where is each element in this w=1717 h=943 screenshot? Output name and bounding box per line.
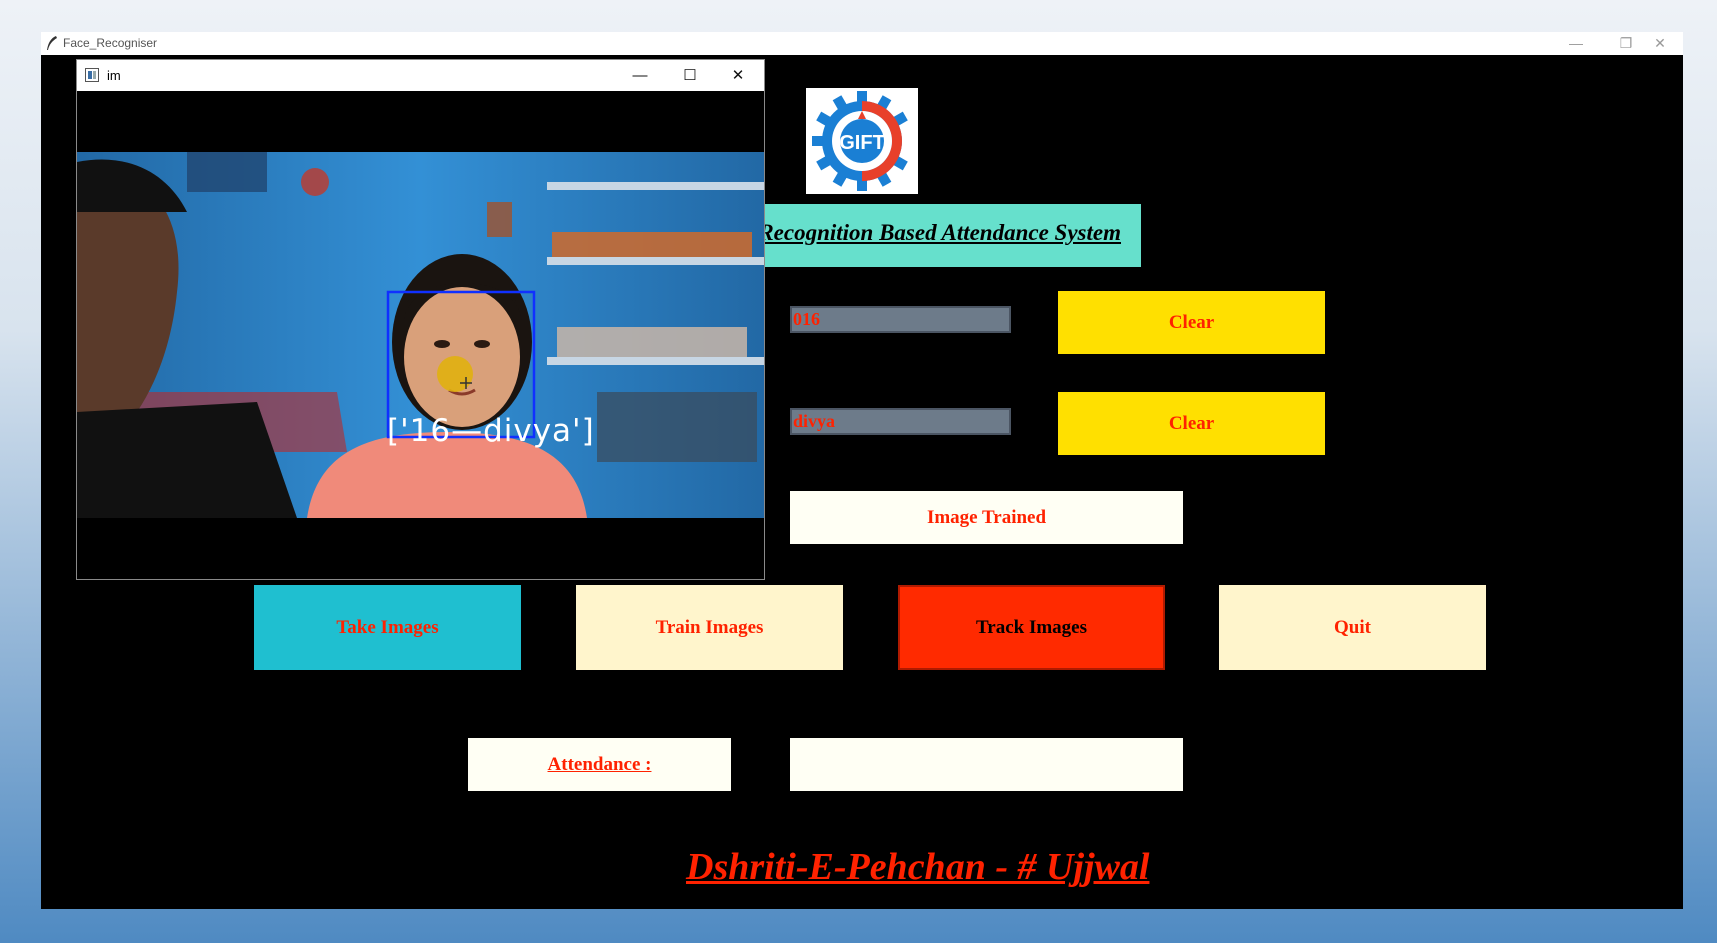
svg-text:GIFT: GIFT — [839, 132, 885, 154]
app-title: Face Recognition Based Attendance System — [728, 220, 1121, 245]
take-images-button[interactable]: Take Images — [254, 585, 521, 670]
main-titlebar[interactable]: Face_Recogniser — ❐ ✕ — [41, 32, 1683, 55]
window-app-icon — [85, 68, 99, 82]
track-images-button[interactable]: Track Images — [898, 585, 1165, 670]
title-banner: Face Recognition Based Attendance System — [728, 204, 1141, 267]
feather-icon — [47, 36, 57, 50]
gift-logo-gear-icon: GIFT — [812, 91, 908, 191]
camera-titlebar[interactable]: im — ☐ ✕ — [77, 60, 764, 91]
camera-window-title: im — [107, 68, 121, 83]
status-message: Image Trained — [790, 491, 1183, 544]
name-input[interactable]: divya — [790, 408, 1011, 435]
clear-id-button[interactable]: Clear — [1058, 291, 1325, 354]
attendance-value — [790, 738, 1183, 791]
attendance-label: Attendance : — [468, 738, 731, 791]
camera-maximize-button[interactable]: ☐ — [667, 60, 713, 91]
camera-feed — [77, 152, 764, 518]
id-input[interactable]: 016 — [790, 306, 1011, 333]
camera-window[interactable]: im — ☐ ✕ ['16—divya'] — [76, 59, 765, 580]
quit-button[interactable]: Quit — [1219, 585, 1486, 670]
camera-minimize-button[interactable]: — — [617, 60, 663, 91]
footer-credit: Dshriti-E-Pehchan - # Ujjwal — [686, 846, 1150, 888]
close-button[interactable]: ✕ — [1637, 32, 1683, 55]
main-window-title: Face_Recogniser — [63, 36, 158, 50]
train-images-button[interactable]: Train Images — [576, 585, 843, 670]
gift-logo: GIFT — [806, 88, 918, 194]
recognition-label: ['16—divya'] — [387, 413, 595, 449]
minimize-button[interactable]: — — [1553, 32, 1599, 55]
clear-name-button[interactable]: Clear — [1058, 392, 1325, 455]
camera-close-button[interactable]: ✕ — [715, 60, 761, 91]
